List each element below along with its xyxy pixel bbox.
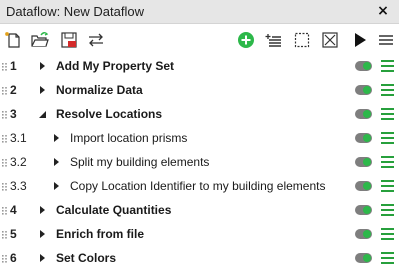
close-icon[interactable]: × — [375, 2, 391, 20]
step-menu-icon[interactable] — [381, 156, 394, 168]
toggle-knob — [363, 86, 371, 94]
step-row[interactable]: 5 Enrich from file — [0, 222, 399, 246]
step-number: 3.3 — [10, 179, 27, 193]
toggle-knob — [363, 182, 371, 190]
toggle-knob — [363, 110, 371, 118]
drag-handle-icon[interactable] — [2, 229, 8, 239]
toggle-knob — [363, 62, 371, 70]
enable-toggle[interactable] — [355, 61, 372, 71]
step-number: 3 — [10, 107, 17, 121]
enable-toggle[interactable] — [355, 133, 372, 143]
enable-toggle[interactable] — [355, 229, 372, 239]
step-number: 3.1 — [10, 131, 27, 145]
expand-arrow-icon[interactable] — [38, 252, 48, 264]
step-label[interactable]: Calculate Quantities — [56, 203, 171, 217]
toggle-knob — [363, 134, 371, 142]
step-row[interactable]: 3.3 Copy Location Identifier to my buildi… — [0, 174, 399, 198]
drag-handle-icon[interactable] — [2, 253, 8, 263]
expand-arrow-icon[interactable] — [52, 132, 62, 144]
toolbar — [0, 26, 399, 54]
enable-toggle[interactable] — [355, 253, 372, 263]
toggle-knob — [363, 158, 371, 166]
expand-arrow-icon[interactable] — [38, 84, 48, 96]
select-box-icon[interactable] — [292, 30, 312, 50]
play-icon[interactable] — [350, 30, 370, 50]
expand-arrow-icon[interactable] — [38, 228, 48, 240]
delete-box-icon[interactable] — [320, 30, 340, 50]
title-bar: Dataflow: New Dataflow × — [0, 0, 399, 24]
step-label[interactable]: Add My Property Set — [56, 59, 174, 73]
step-number: 4 — [10, 203, 17, 217]
step-menu-icon[interactable] — [381, 84, 394, 96]
enable-toggle[interactable] — [355, 181, 372, 191]
expand-arrow-icon[interactable] — [52, 156, 62, 168]
step-menu-icon[interactable] — [381, 204, 394, 216]
expand-arrow-icon[interactable] — [52, 180, 62, 192]
step-menu-icon[interactable] — [381, 132, 394, 144]
toggle-knob — [363, 254, 371, 262]
collapse-arrow-icon[interactable] — [38, 108, 48, 120]
toggle-knob — [363, 230, 371, 238]
step-label[interactable]: Split my building elements — [70, 155, 209, 169]
step-label[interactable]: Import location prisms — [70, 131, 187, 145]
save-icon[interactable] — [59, 30, 79, 50]
step-label[interactable]: Normalize Data — [56, 83, 143, 97]
drag-handle-icon[interactable] — [2, 85, 8, 95]
new-icon[interactable] — [4, 30, 24, 50]
step-row[interactable]: 1 Add My Property Set — [0, 54, 399, 78]
drag-handle-icon[interactable] — [2, 205, 8, 215]
menu-lines-icon[interactable] — [376, 30, 396, 50]
step-menu-icon[interactable] — [381, 180, 394, 192]
step-row[interactable]: 3 Resolve Locations — [0, 102, 399, 126]
step-row[interactable]: 3.1 Import location prisms — [0, 126, 399, 150]
step-number: 1 — [10, 59, 17, 73]
step-menu-icon[interactable] — [381, 108, 394, 120]
enable-toggle[interactable] — [355, 205, 372, 215]
step-row[interactable]: 6 Set Colors — [0, 246, 399, 270]
swap-icon[interactable] — [86, 30, 106, 50]
enable-toggle[interactable] — [355, 157, 372, 167]
add-list-icon[interactable] — [264, 30, 284, 50]
open-folder-icon[interactable] — [30, 30, 50, 50]
drag-handle-icon[interactable] — [2, 133, 8, 143]
step-row[interactable]: 4 Calculate Quantities — [0, 198, 399, 222]
expand-arrow-icon[interactable] — [38, 60, 48, 72]
drag-handle-icon[interactable] — [2, 109, 8, 119]
step-number: 2 — [10, 83, 17, 97]
add-circle-icon[interactable] — [236, 30, 256, 50]
step-menu-icon[interactable] — [381, 252, 394, 264]
step-menu-icon[interactable] — [381, 60, 394, 72]
expand-arrow-icon[interactable] — [38, 204, 48, 216]
step-label[interactable]: Copy Location Identifier to my building … — [70, 179, 325, 193]
step-number: 3.2 — [10, 155, 27, 169]
step-label[interactable]: Enrich from file — [56, 227, 144, 241]
drag-handle-icon[interactable] — [2, 181, 8, 191]
drag-handle-icon[interactable] — [2, 157, 8, 167]
step-row[interactable]: 3.2 Split my building elements — [0, 150, 399, 174]
step-label[interactable]: Set Colors — [56, 251, 116, 265]
toggle-knob — [363, 206, 371, 214]
step-number: 5 — [10, 227, 17, 241]
step-label[interactable]: Resolve Locations — [56, 107, 162, 121]
window-title: Dataflow: New Dataflow — [6, 4, 144, 19]
dataflow-step-list: 1 Add My Property Set 2 Normalize Data 3 Reso… — [0, 54, 399, 270]
step-number: 6 — [10, 251, 17, 265]
enable-toggle[interactable] — [355, 85, 372, 95]
step-menu-icon[interactable] — [381, 228, 394, 240]
step-row[interactable]: 2 Normalize Data — [0, 78, 399, 102]
enable-toggle[interactable] — [355, 109, 372, 119]
drag-handle-icon[interactable] — [2, 61, 8, 71]
